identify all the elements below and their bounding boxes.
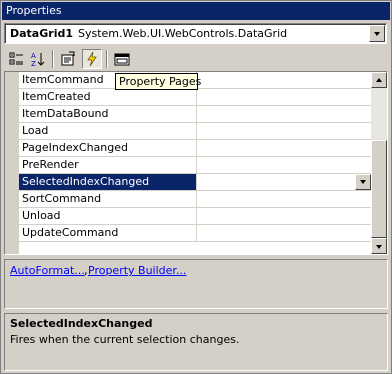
event-value[interactable]: [198, 208, 372, 224]
property-builder-link[interactable]: Property Builder...: [88, 264, 186, 277]
event-name: SortCommand: [19, 191, 197, 207]
object-selector-dropdown[interactable]: DataGrid1 System.Web.UI.WebControls.Data…: [4, 23, 387, 44]
vertical-scrollbar[interactable]: [371, 72, 387, 254]
grid-gutter: [5, 72, 19, 254]
properties-window: Properties DataGrid1 System.Web.UI.WebCo…: [0, 0, 392, 374]
scroll-down-button[interactable]: [371, 238, 387, 254]
event-name: Unload: [19, 208, 197, 224]
description-title: SelectedIndexChanged: [10, 317, 153, 330]
scrollbar-thumb[interactable]: [371, 140, 387, 238]
event-name: PageIndexChanged: [19, 140, 197, 156]
event-value[interactable]: [198, 72, 372, 88]
event-row-update-command[interactable]: UpdateCommand: [19, 225, 372, 242]
event-value[interactable]: [198, 140, 372, 156]
events-icon: [87, 51, 97, 67]
verbs-separator: ,: [84, 264, 88, 277]
scroll-up-button[interactable]: [371, 72, 387, 88]
property-grid[interactable]: ItemCommand ItemCreated ItemDataBound Lo…: [4, 71, 388, 255]
description-text: Fires when the current selection changes…: [10, 333, 240, 346]
chevron-down-icon: [360, 180, 366, 184]
event-name: ItemCreated: [19, 89, 197, 105]
event-value[interactable]: [198, 123, 372, 139]
event-value[interactable]: [198, 174, 372, 190]
chevron-up-icon: [376, 78, 382, 82]
properties-toolbar: A Z: [4, 47, 388, 71]
toolbar-separator: [106, 50, 108, 68]
event-name: ItemDataBound: [19, 106, 197, 122]
properties-button[interactable]: [58, 49, 78, 69]
auto-format-link[interactable]: AutoFormat...: [10, 264, 85, 277]
event-value[interactable]: [198, 225, 372, 241]
event-name: PreRender: [19, 157, 197, 173]
property-pages-button[interactable]: [112, 49, 132, 69]
event-name: Load: [19, 123, 197, 139]
event-value[interactable]: [198, 157, 372, 173]
chevron-down-icon: [376, 245, 382, 249]
properties-icon: [61, 51, 75, 66]
event-row-unload[interactable]: Unload: [19, 208, 372, 225]
event-row-page-index-changed[interactable]: PageIndexChanged: [19, 140, 372, 157]
verbs-panel: AutoFormat... , Property Builder...: [4, 259, 388, 309]
window-title: Properties: [2, 2, 390, 20]
events-button[interactable]: [82, 49, 102, 69]
svg-text:Z: Z: [31, 60, 36, 67]
property-pages-icon: [114, 53, 130, 66]
chevron-down-icon: [374, 32, 380, 36]
alphabetical-icon: A Z: [31, 52, 45, 67]
event-value[interactable]: [198, 106, 372, 122]
alphabetical-button[interactable]: A Z: [28, 49, 48, 69]
toolbar-separator: [52, 50, 54, 68]
object-name: DataGrid1: [10, 27, 73, 40]
event-value[interactable]: [198, 191, 372, 207]
categorized-icon: [9, 52, 23, 65]
event-row-pre-render[interactable]: PreRender: [19, 157, 372, 174]
event-handler-dropdown-button[interactable]: [355, 174, 371, 190]
description-panel: SelectedIndexChanged Fires when the curr…: [4, 313, 388, 371]
object-type: System.Web.UI.WebControls.DataGrid: [78, 27, 288, 40]
svg-text:A: A: [31, 52, 36, 60]
event-name: UpdateCommand: [19, 225, 197, 241]
object-selector-dropdown-button[interactable]: [369, 25, 385, 42]
event-row-selected-index-changed[interactable]: SelectedIndexChanged: [19, 174, 372, 191]
event-name: SelectedIndexChanged: [19, 174, 197, 190]
event-row-item-created[interactable]: ItemCreated: [19, 89, 372, 106]
event-row-sort-command[interactable]: SortCommand: [19, 191, 372, 208]
categorized-button[interactable]: [7, 49, 27, 69]
event-row-item-data-bound[interactable]: ItemDataBound: [19, 106, 372, 123]
event-value[interactable]: [198, 89, 372, 105]
event-row-load[interactable]: Load: [19, 123, 372, 140]
tooltip: Property Pages: [115, 73, 201, 90]
